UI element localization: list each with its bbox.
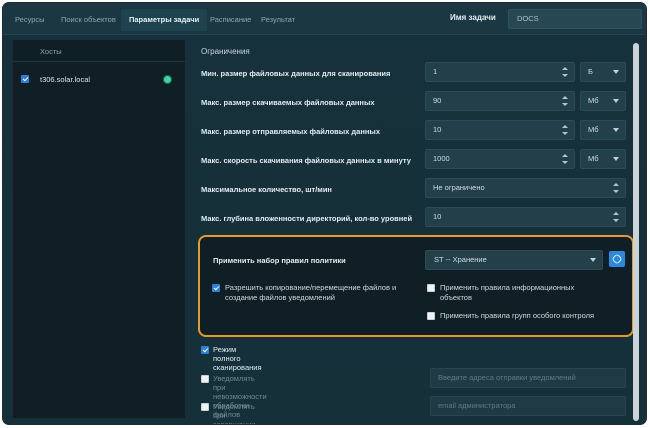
chevron-down-icon	[613, 70, 619, 74]
policy-select[interactable]: ST -- Хранение	[425, 250, 603, 270]
apply-info-rules-line1: Применить правила информационных	[440, 283, 575, 292]
max-depth-input[interactable]: 10	[425, 207, 626, 227]
spinner-icon[interactable]	[613, 212, 619, 222]
min-size-label: Мин. размер файловых данных для сканиров…	[201, 69, 391, 78]
host-row[interactable]: t306.solar.local	[13, 70, 185, 88]
apply-info-rules-checkbox[interactable]	[427, 284, 435, 292]
spinner-icon[interactable]	[562, 67, 568, 77]
max-speed-unit: Мб	[588, 154, 599, 163]
restrictions-title: Ограничения	[201, 47, 250, 56]
hosts-title: Хосты	[40, 47, 62, 56]
link-icon	[611, 253, 623, 265]
max-upload-value: 10	[433, 125, 442, 134]
apply-group-rules-checkbox[interactable]	[427, 312, 435, 320]
notify-fail-address-input[interactable]: Введите адреса отправки уведомлений	[430, 368, 626, 388]
min-size-value: 1	[433, 67, 438, 76]
notify-errors-checkbox[interactable]	[201, 403, 209, 411]
task-name-label: Имя задачи	[450, 13, 496, 22]
hosts-header: Хосты	[13, 40, 185, 62]
min-size-unit: Б	[588, 67, 593, 76]
max-download-unit: Мб	[588, 96, 599, 105]
chevron-down-icon	[613, 99, 619, 103]
tab-resources[interactable]: Ресурсы	[7, 9, 53, 31]
scrollbar[interactable]	[633, 43, 639, 421]
tab-bar: Ресурсы Поиск объектов Параметры задачи …	[3, 3, 646, 35]
max-count-value: Не ограничено	[433, 183, 485, 192]
host-checkbox[interactable]	[21, 75, 29, 83]
max-speed-input[interactable]: 1000	[425, 149, 575, 169]
max-count-input[interactable]: Не ограничено	[425, 178, 626, 198]
min-size-unit-select[interactable]: Б	[580, 62, 626, 82]
full-scan-label: Режим полного сканирования	[213, 345, 262, 372]
allow-copy-text: Разрешить копирование/перемещение файлов…	[225, 283, 396, 303]
policy-rules-panel: Применить набор правил политики ST -- Хр…	[198, 235, 634, 337]
max-speed-value: 1000	[433, 154, 450, 163]
max-download-label: Макс. размер скачиваемых файловых данных	[201, 98, 375, 107]
max-depth-value: 10	[433, 212, 442, 221]
max-speed-label: Макс. скорость скачивания файловых данны…	[201, 156, 411, 165]
full-scan-checkbox[interactable]	[201, 346, 209, 354]
task-name-input[interactable]: DOCS	[508, 9, 642, 29]
max-count-label: Максимальное количество, шт/мин	[201, 185, 332, 194]
chevron-down-icon	[590, 258, 596, 262]
policy-label: Применить набор правил политики	[213, 256, 346, 265]
host-status-icon	[163, 75, 172, 84]
notify-errors-label: Уведомлять при завершении задачи с ошибк…	[213, 402, 256, 425]
notify-errors-email-input[interactable]: email администратора	[430, 396, 626, 416]
notify-fail-checkbox[interactable]	[201, 375, 209, 383]
allow-copy-line1: Разрешить копирование/перемещение файлов…	[225, 283, 397, 292]
allow-copy-line2: создание файлов уведомлений	[225, 293, 335, 302]
spinner-icon[interactable]	[562, 154, 568, 164]
spinner-icon[interactable]	[613, 183, 619, 193]
chevron-down-icon	[613, 157, 619, 161]
allow-copy-checkbox[interactable]	[212, 284, 220, 292]
link-button[interactable]	[609, 251, 625, 267]
tab-result[interactable]: Результат	[253, 9, 303, 31]
max-upload-label: Макс. размер отправляемых файловых данны…	[201, 127, 380, 136]
max-download-value: 90	[433, 96, 442, 105]
apply-group-rules-text: Применить правила групп особого контроля	[440, 311, 595, 320]
max-depth-label: Макс. глубина вложенности директорий, ко…	[201, 214, 413, 223]
tab-object-search[interactable]: Поиск объектов	[53, 9, 124, 31]
task-settings-window: Ресурсы Поиск объектов Параметры задачи …	[2, 2, 647, 425]
min-size-input[interactable]: 1	[425, 62, 575, 82]
spinner-icon[interactable]	[562, 96, 568, 106]
tab-schedule[interactable]: Расписание	[202, 9, 259, 31]
spinner-icon[interactable]	[562, 125, 568, 135]
hosts-panel: Хосты t306.solar.local	[13, 40, 185, 418]
tab-task-parameters[interactable]: Параметры задачи	[121, 9, 208, 31]
max-download-unit-select[interactable]: Мб	[580, 91, 626, 111]
policy-selected-value: ST -- Хранение	[434, 255, 487, 264]
max-upload-unit: Мб	[588, 125, 599, 134]
max-speed-unit-select[interactable]: Мб	[580, 149, 626, 169]
chevron-down-icon	[613, 128, 619, 132]
max-upload-unit-select[interactable]: Мб	[580, 120, 626, 140]
host-name: t306.solar.local	[40, 75, 91, 84]
apply-info-rules-line2: объектов	[440, 293, 472, 302]
apply-info-rules-text: Применить правила информационных объекто…	[440, 283, 574, 303]
scrollbar-thumb[interactable]	[633, 43, 639, 421]
max-download-input[interactable]: 90	[425, 91, 575, 111]
max-upload-input[interactable]: 10	[425, 120, 575, 140]
